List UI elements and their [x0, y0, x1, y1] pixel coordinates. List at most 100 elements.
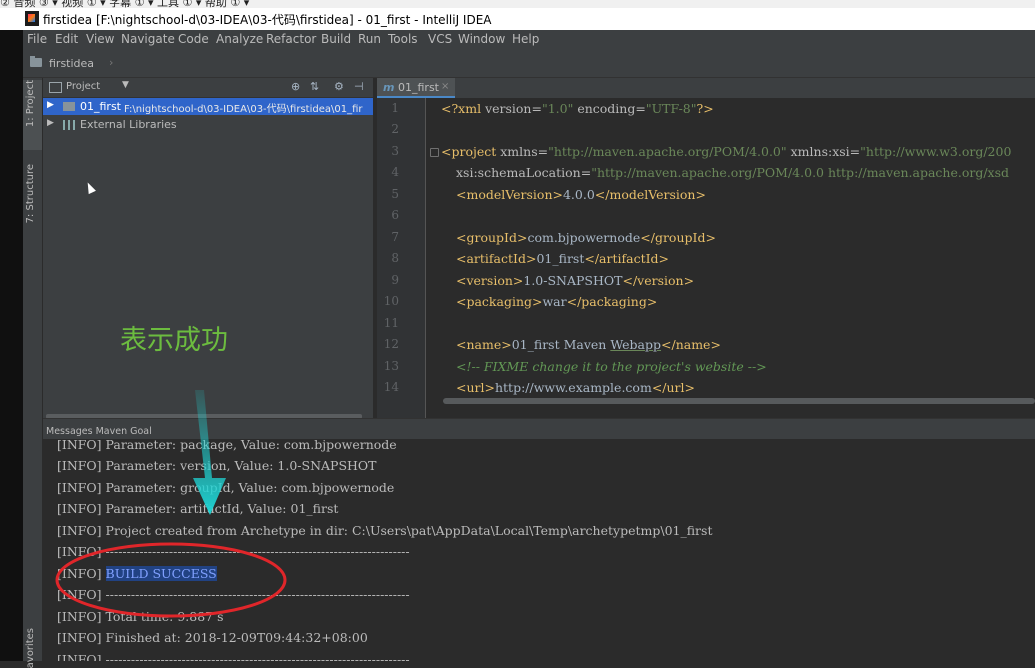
- menu-tools[interactable]: Tools: [388, 32, 418, 46]
- line-number: 11: [383, 316, 399, 330]
- code-line[interactable]: 11: [377, 316, 1035, 337]
- console-line-build-success: [INFO] BUILD SUCCESS: [57, 566, 217, 581]
- console-line: [INFO] Parameter: version, Value: 1.0-SN…: [57, 458, 377, 473]
- code-line[interactable]: 5 <modelVersion>4.0.0</modelVersion>: [377, 187, 1035, 208]
- code-line[interactable]: 3 <project xmlns="http://maven.apache.or…: [377, 144, 1035, 165]
- menu-bar: File Edit View Navigate Code Analyze Ref…: [23, 30, 1035, 50]
- expand-arrow-icon[interactable]: ▶: [47, 118, 54, 128]
- code-line[interactable]: 1 <?xml version="1.0" encoding="UTF-8"?>: [377, 101, 1035, 122]
- line-number: 9: [391, 273, 399, 287]
- code-line[interactable]: 13 <!-- FIXME change it to the project's…: [377, 359, 1035, 380]
- tool-tab-project-label: 1: Project: [25, 80, 36, 128]
- project-tool-window: Project ▼ ⊕ ⇅ ⚙ ⊣ ▶ 01_first F:\nightsch…: [43, 78, 375, 419]
- console-line: [INFO] Parameter: artifactId, Value: 01_…: [57, 501, 339, 516]
- console-line: [INFO] ---------------------------------…: [57, 587, 410, 602]
- line-number: 4: [391, 165, 399, 179]
- project-panel-header: Project ▼ ⊕ ⇅ ⚙ ⊣: [43, 78, 375, 98]
- editor-tab-01-first[interactable]: m 01_first ×: [377, 78, 455, 98]
- expand-arrow-icon[interactable]: ▶: [47, 100, 54, 110]
- line-number: 2: [391, 122, 399, 136]
- code-line[interactable]: 9 <version>1.0-SNAPSHOT</version>: [377, 273, 1035, 294]
- menu-view[interactable]: View: [86, 32, 114, 46]
- editor-horizontal-scrollbar[interactable]: [443, 398, 1035, 404]
- host-player-menu-strip: ② 音频 ③ ▾ 视频 ① ▾ 字幕 ① ▾ 工具 ① ▾ 帮助 ① ▾: [0, 0, 1035, 8]
- code-line[interactable]: 12 <name>01_first Maven Webapp</name>: [377, 337, 1035, 358]
- dropdown-caret-icon[interactable]: ▼: [122, 80, 129, 90]
- left-tool-window-bar: 1: Project 7: Structure: [23, 78, 43, 661]
- tree-node-label: 01_first: [80, 100, 121, 113]
- code-line[interactable]: 4 xsi:schemaLocation="http://maven.apach…: [377, 165, 1035, 186]
- code-line[interactable]: 2: [377, 122, 1035, 143]
- window-title: firstidea [F:\nightschool-d\03-IDEA\03-代…: [43, 13, 492, 27]
- folder-icon: [30, 56, 42, 67]
- console-line: [INFO] Project created from Archetype in…: [57, 523, 713, 538]
- navigation-bar: firstidea ›: [23, 50, 1035, 78]
- console-line: [INFO] Parameter: groupId, Value: com.bj…: [57, 480, 395, 495]
- line-number: 13: [383, 359, 399, 373]
- line-number: 10: [383, 294, 399, 308]
- maven-m-icon: m: [383, 81, 395, 94]
- tree-node-label: External Libraries: [80, 118, 177, 131]
- line-number: 3: [391, 144, 399, 158]
- host-player-menu-text: ② 音频 ③ ▾ 视频 ① ▾ 字幕 ① ▾ 工具 ① ▾ 帮助 ① ▾: [0, 0, 250, 8]
- tool-tab-structure[interactable]: 7: Structure: [23, 164, 42, 234]
- locate-file-icon[interactable]: ⊕: [291, 80, 300, 93]
- line-number: 14: [383, 380, 399, 394]
- line-number: 1: [391, 101, 399, 115]
- menu-vcs[interactable]: VCS: [428, 32, 452, 46]
- project-view-selector[interactable]: Project: [66, 81, 100, 92]
- menu-code[interactable]: Code: [178, 32, 209, 46]
- console-line: [INFO] Parameter: package, Value: com.bj…: [57, 439, 397, 452]
- line-number: 7: [391, 230, 399, 244]
- left-black-margin: [0, 30, 23, 661]
- project-view-icon: [49, 82, 62, 93]
- code-editor: m 01_first × 1 <?xml version="1.0" encod…: [377, 78, 1035, 418]
- menu-build[interactable]: Build: [321, 32, 351, 46]
- menu-analyze[interactable]: Analyze: [216, 32, 263, 46]
- console-line: [INFO] ---------------------------------…: [57, 544, 410, 559]
- tree-node-path: F:\nightschool-d\03-IDEA\03-代码\firstidea…: [124, 104, 363, 115]
- menu-window[interactable]: Window: [458, 32, 505, 46]
- tool-tab-project[interactable]: 1: Project: [23, 80, 42, 150]
- menu-run[interactable]: Run: [358, 32, 381, 46]
- messages-panel-title: Messages Maven Goal: [46, 426, 152, 437]
- code-line[interactable]: 8 <artifactId>01_first</artifactId>: [377, 251, 1035, 272]
- code-line[interactable]: 6: [377, 208, 1035, 229]
- panel-splitter[interactable]: [373, 78, 375, 418]
- line-number: 8: [391, 251, 399, 265]
- menu-help[interactable]: Help: [512, 32, 539, 46]
- tree-node-01-first[interactable]: ▶ 01_first F:\nightschool-d\03-IDEA\03-代…: [43, 98, 373, 115]
- build-success-highlight: BUILD SUCCESS: [105, 566, 217, 581]
- hide-panel-icon[interactable]: ⊣: [354, 80, 364, 93]
- menu-refactor[interactable]: Refactor: [266, 32, 316, 46]
- tool-tab-favorites[interactable]: avorites: [25, 628, 36, 668]
- editor-tab-bar: m 01_first ×: [377, 78, 1035, 98]
- menu-edit[interactable]: Edit: [55, 32, 78, 46]
- line-number: 12: [383, 337, 399, 351]
- line-number: 6: [391, 208, 399, 222]
- console-line: [INFO] Total time: 9.887 s: [57, 609, 224, 624]
- library-icon: [63, 120, 75, 130]
- messages-panel-header: Messages Maven Goal: [43, 418, 1035, 440]
- intellij-logo-icon: [25, 11, 39, 26]
- line-number: 5: [391, 187, 399, 201]
- menu-file[interactable]: File: [27, 32, 47, 46]
- console-line: [INFO] ---------------------------------…: [57, 652, 410, 661]
- code-line[interactable]: 7 <groupId>com.bjpowernode</groupId>: [377, 230, 1035, 251]
- console-line: [INFO] Finished at: 2018-12-09T09:44:32+…: [57, 630, 368, 645]
- gear-icon[interactable]: ⚙: [334, 80, 344, 93]
- maven-console-output[interactable]: [INFO] Parameter: package, Value: com.bj…: [43, 439, 1035, 661]
- tool-tab-structure-label: 7: Structure: [25, 164, 36, 224]
- editor-tab-label: 01_first: [398, 81, 439, 94]
- mouse-cursor: [84, 180, 96, 195]
- breadcrumb-project[interactable]: firstidea: [49, 57, 94, 70]
- collapse-all-icon[interactable]: ⇅: [310, 80, 319, 93]
- menu-navigate[interactable]: Navigate: [121, 32, 175, 46]
- tree-node-external-libraries[interactable]: ▶ External Libraries: [43, 116, 373, 133]
- close-icon[interactable]: ×: [441, 81, 449, 92]
- window-titlebar[interactable]: firstidea [F:\nightschool-d\03-IDEA\03-代…: [0, 8, 1035, 30]
- module-folder-icon: [63, 102, 75, 111]
- annotation-label: 表示成功: [120, 325, 228, 356]
- chevron-right-icon: ›: [109, 56, 114, 69]
- code-line[interactable]: 10 <packaging>war</packaging>: [377, 294, 1035, 315]
